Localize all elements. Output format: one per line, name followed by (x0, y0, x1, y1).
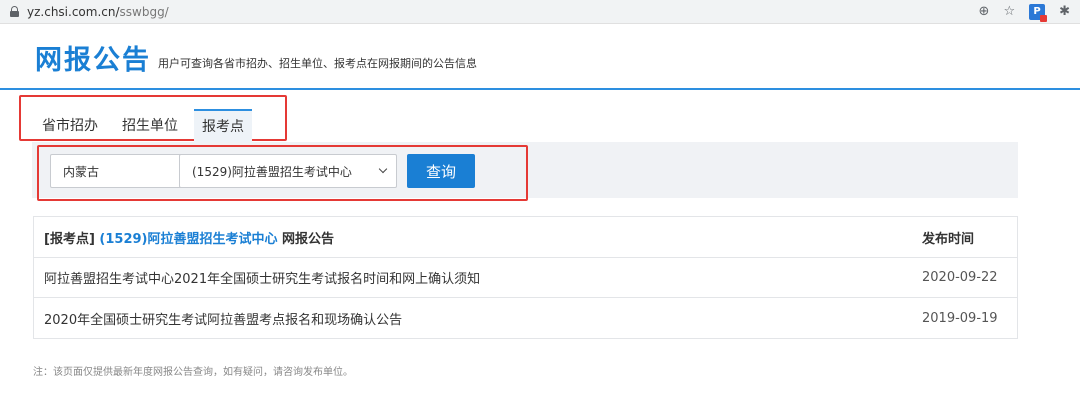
browser-address-bar: yz.chsi.com.cn/sswbgg/ ⊕ ☆ P ✱ (0, 0, 1080, 24)
table-header-title: [报考点] (1529)阿拉善盟招生考试中心 网报公告 (34, 228, 922, 247)
puzzle-icon[interactable]: ✱ (1059, 4, 1070, 19)
footer-note: 注：该页面仅提供最新年度网报公告查询，如有疑问，请咨询发布单位。 (33, 367, 353, 378)
star-icon[interactable]: ☆ (1003, 4, 1015, 19)
url-field[interactable]: yz.chsi.com.cn/sswbgg/ (27, 5, 169, 19)
page-header: 网报公告 用户可查询各省市招办、招生单位、报考点在网报期间的公告信息 (0, 24, 1080, 90)
page-subtitle: 用户可查询各省市招办、招生单位、报考点在网报期间的公告信息 (158, 57, 477, 70)
table-row: 2020年全国硕士研究生考试阿拉善盟考点报名和现场确认公告 2019-09-19 (34, 298, 1017, 338)
table-header-suffix: 网报公告 (282, 231, 335, 247)
table-header-prefix: [报考点] (44, 231, 95, 247)
tab-exam-site[interactable]: 报考点 (194, 109, 252, 143)
table-header-date: 发布时间 (922, 231, 975, 247)
table-row: 阿拉善盟招生考试中心2021年全国硕士研究生考试报名时间和网上确认须知 2020… (34, 258, 1017, 298)
lock-icon (10, 6, 19, 17)
category-tabs: 省市招办 招生单位 报考点 (42, 109, 276, 143)
page-title: 网报公告 (35, 45, 151, 76)
zoom-icon[interactable]: ⊕ (979, 4, 990, 19)
table-header-row: [报考点] (1529)阿拉善盟招生考试中心 网报公告 发布时间 (34, 217, 1017, 258)
announcement-date: 2019-09-19 (922, 310, 998, 326)
announcement-link[interactable]: 2020年全国硕士研究生考试阿拉善盟考点报名和现场确认公告 (44, 313, 402, 328)
tab-institution[interactable]: 招生单位 (122, 109, 178, 143)
announcement-link[interactable]: 阿拉善盟招生考试中心2021年全国硕士研究生考试报名时间和网上确认须知 (44, 272, 480, 287)
url-path: sswbgg/ (119, 4, 169, 19)
table-header-site[interactable]: (1529)阿拉善盟招生考试中心 (99, 232, 277, 247)
announcement-date: 2020-09-22 (922, 270, 998, 285)
tab-province-office[interactable]: 省市招办 (42, 109, 98, 143)
query-highlight-box (37, 145, 528, 201)
announcement-table: [报考点] (1529)阿拉善盟招生考试中心 网报公告 发布时间 阿拉善盟招生考… (33, 216, 1018, 339)
url-host: yz.chsi.com.cn/ (27, 4, 120, 19)
extension-icon[interactable]: P (1029, 3, 1048, 22)
